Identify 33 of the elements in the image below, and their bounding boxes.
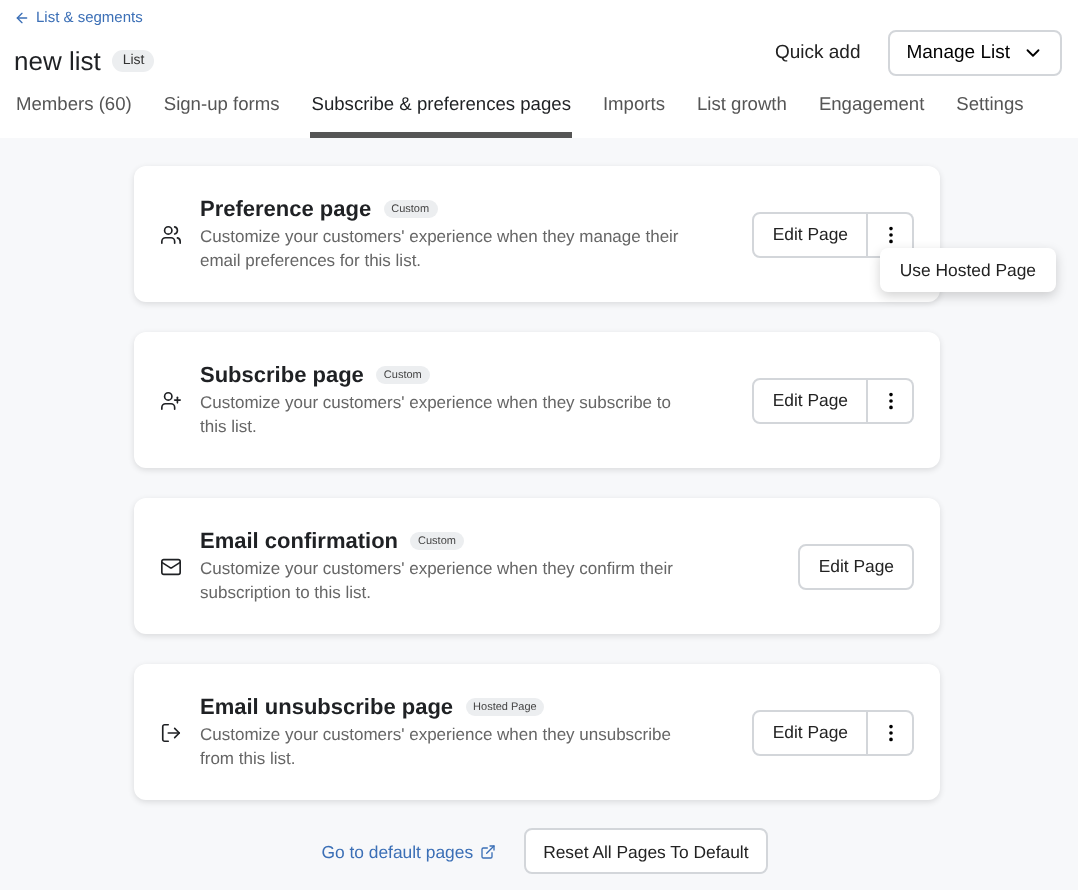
reset-button[interactable]: Reset All Pages To Default (523, 828, 769, 874)
envelope-icon (160, 555, 182, 577)
user-plus-icon (160, 389, 182, 411)
card-title: Email unsubscribe page (200, 695, 454, 719)
edit-page-button[interactable]: Edit Page (752, 211, 868, 257)
tab[interactable]: List growth (694, 88, 789, 138)
exit-icon (160, 721, 182, 743)
manage-list-button[interactable]: Manage List (888, 30, 1062, 76)
default-pages-link[interactable]: Go to default pages (321, 841, 496, 861)
tab[interactable]: Imports (600, 88, 667, 138)
edit-page-button[interactable]: Edit Page (798, 543, 914, 589)
page-title: new list (14, 46, 101, 76)
back-arrow-icon (14, 9, 30, 25)
external-link-icon (479, 843, 496, 859)
more-button[interactable] (868, 709, 914, 755)
more-button[interactable] (868, 377, 914, 423)
tab[interactable]: Engagement (816, 88, 927, 138)
tab[interactable]: Settings (954, 88, 1026, 138)
menu-item[interactable]: Use Hosted Page (879, 256, 1056, 284)
card-description: Customize your customers' experience when they unsubscribe from this list. (200, 721, 673, 769)
tab[interactable]: Members (60) (14, 88, 134, 138)
quick-add-button[interactable]: Quick add (774, 42, 861, 64)
tab[interactable]: Subscribe & preferences pages (309, 88, 573, 138)
card-description: Customize your customers' experience when they subscribe to this list. (200, 389, 673, 437)
card-description: Customize your customers' experience when they manage their email preferences for this list. (200, 223, 681, 271)
edit-page-button[interactable]: Edit Page (752, 377, 868, 423)
tab[interactable]: Sign-up forms (161, 88, 282, 138)
card-title: Email confirmation (200, 529, 399, 553)
card-description: Customize your customers' experience when they confirm their subscription to this list. (200, 555, 675, 603)
card-title: Subscribe page (200, 363, 364, 387)
edit-page-button[interactable]: Edit Page (752, 709, 868, 755)
users-icon (160, 223, 182, 245)
card-title: Preference page (200, 197, 372, 221)
